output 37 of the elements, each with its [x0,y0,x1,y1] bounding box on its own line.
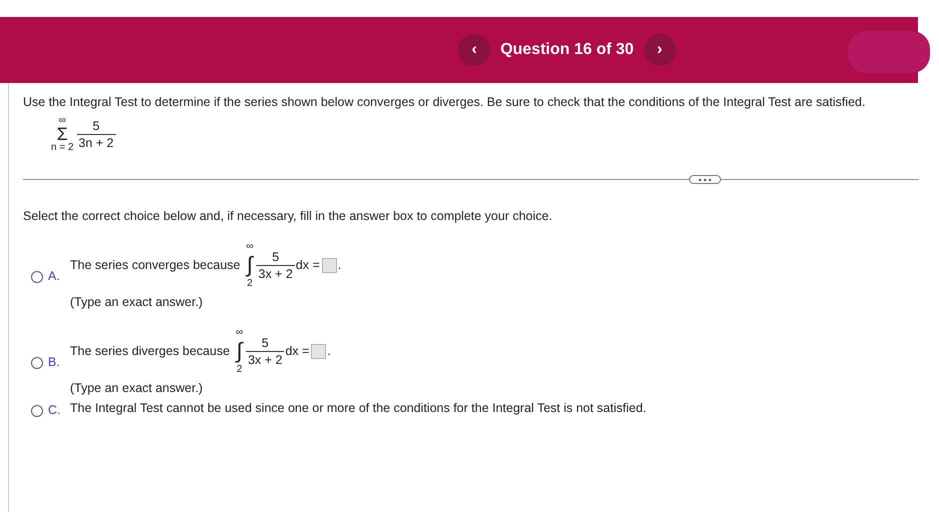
upper-limit: ∞ [246,241,254,252]
numerator: 5 [271,248,280,264]
denominator: 3x + 2 [246,350,284,368]
choice-letter: C. [48,403,62,417]
lower-limit: n = 2 [51,142,74,153]
choice-letter: A. [48,269,61,283]
dx-label: dx = [285,344,310,358]
choice-text: The series diverges because [70,344,230,358]
numerator: 5 [92,118,101,134]
sigma-symbol: Σ [56,126,68,142]
previous-button[interactable]: ‹ [458,34,490,66]
integral-symbol: ∫ [246,252,253,278]
hint-text: (Type an exact answer.) [70,381,204,395]
choice-text: The Integral Test cannot be used since one or more of the conditions for the Integral Test is not satisfied. [70,401,646,415]
choice-text: The series converges because [70,258,240,272]
question-text: Use the Integral Test to determine if the series shown below converges or diverges. Be sure to check that the conditions of the Integral Test are satisfied. [23,94,866,109]
numerator: 5 [260,334,270,350]
denominator: 3n + 2 [76,134,116,150]
next-button[interactable]: › [644,34,676,66]
choice-letter: B. [48,355,61,369]
period: . [327,344,331,358]
lower-limit: 2 [236,364,242,375]
question-counter: Question 16 of 30 [500,41,634,59]
more-button[interactable] [689,175,721,184]
integral-symbol: ∫ [236,338,242,364]
upper-limit: ∞ [236,327,243,338]
hint-text: (Type an exact answer.) [70,295,204,309]
radio-button[interactable] [31,405,43,417]
period: . [338,258,342,272]
radio-button[interactable] [31,357,43,369]
upper-limit: ∞ [58,115,66,126]
lower-limit: 2 [247,278,253,289]
denominator: 3x + 2 [256,264,295,282]
dx-label: dx = [296,258,320,272]
ellipsis-icon [698,178,712,182]
radio-button[interactable] [31,271,43,283]
instruction-text: Select the correct choice below and, if necessary, fill in the answer box to complete your choice. [23,209,554,223]
